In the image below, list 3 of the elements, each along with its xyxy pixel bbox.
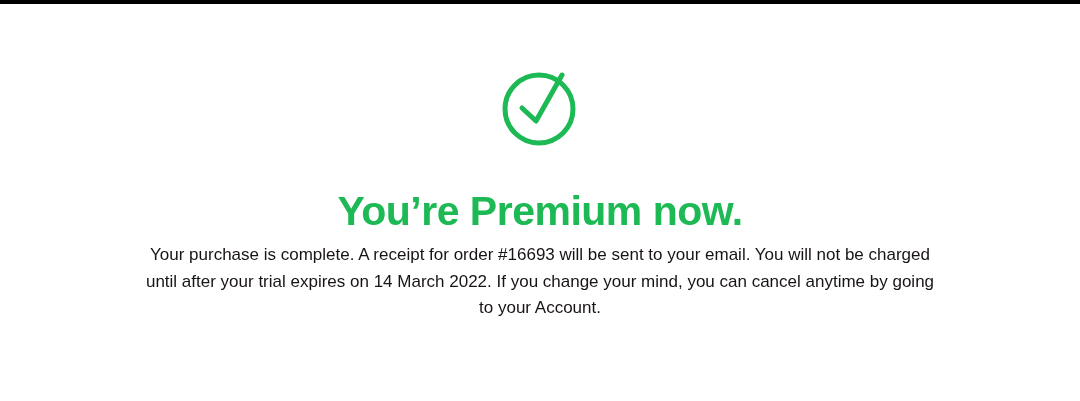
page-title: You’re Premium now. — [337, 187, 743, 236]
confirmation-message: Your purchase is complete. A receipt for order #16693 will be sent to your email. You will not be charged until after your trial expires on 14 March 2022. If you change your mind, you can cancel anytime by going to your Account. — [144, 244, 936, 319]
check-circle-icon — [502, 70, 578, 146]
